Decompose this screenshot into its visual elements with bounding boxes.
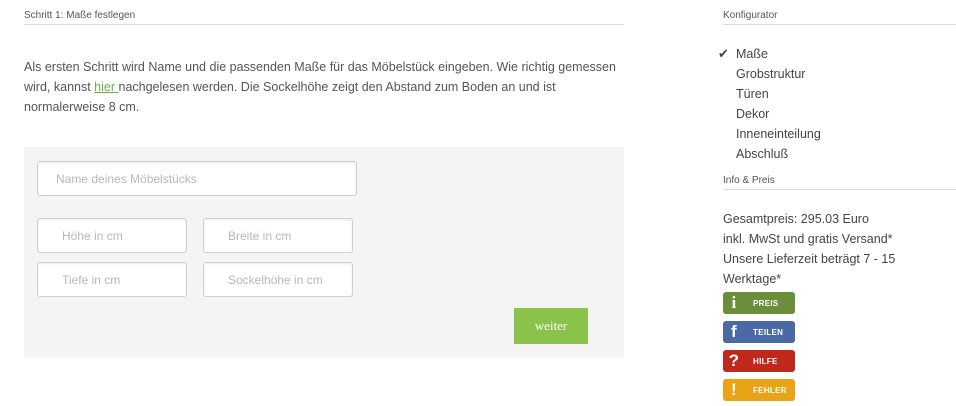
step-item-label: Maße [736, 47, 768, 61]
step-item-label: Türen [736, 87, 769, 101]
price-badge[interactable]: i PREIS [723, 292, 795, 314]
step-item-label: Grobstruktur [736, 67, 806, 81]
intro-text: Als ersten Schritt wird Name und die pas… [24, 57, 619, 117]
height-input[interactable] [37, 218, 187, 253]
facebook-icon: f [731, 322, 737, 341]
step-content: Schritt 1: Maße festlegen Als ersten Sch… [24, 0, 624, 358]
price-info: Gesamtpreis: 295.03 Euro inkl. MwSt und … [723, 209, 956, 289]
plinth-height-input[interactable] [203, 262, 353, 297]
next-button[interactable]: weiter [514, 308, 588, 344]
step-title: Schritt 1: Maße festlegen [24, 0, 624, 25]
configurator-steps: ✔ Maße Grobstruktur Türen Dekor Inneneint… [718, 44, 956, 164]
step-item-masse[interactable]: ✔ Maße [718, 44, 956, 64]
step-item-inneneinteilung[interactable]: Inneneinteilung [723, 124, 956, 144]
step-item-dekor[interactable]: Dekor [723, 104, 956, 124]
depth-input[interactable] [37, 262, 187, 297]
total-price: Gesamtpreis: 295.03 Euro [723, 212, 869, 226]
share-badge[interactable]: f TEILEN [723, 321, 795, 343]
help-badge[interactable]: ? HILFE [723, 350, 795, 372]
step-item-tueren[interactable]: Türen [723, 84, 956, 104]
delivery-time: Unsere Lieferzeit beträgt 7 - 15 Werktag… [723, 252, 896, 286]
dimensions-form: weiter [24, 147, 624, 358]
badge-label: HILFE [753, 356, 778, 366]
measure-help-link[interactable]: hier [94, 80, 118, 94]
sidebar: Konfigurator ✔ Maße Grobstruktur Türen De… [718, 0, 956, 401]
step-item-label: Dekor [736, 107, 770, 121]
step-item-abschluss[interactable]: Abschluß [723, 144, 956, 164]
info-price-title: Info & Preis [723, 175, 956, 190]
error-badge[interactable]: ! FEHLER [723, 379, 795, 401]
badge-label: TEILEN [753, 327, 784, 337]
tax-shipping-note: inkl. MwSt und gratis Versand* [723, 232, 893, 246]
furniture-name-input[interactable] [37, 161, 357, 196]
question-icon: ? [728, 351, 740, 370]
check-icon: ✔ [718, 46, 729, 61]
width-input[interactable] [203, 218, 353, 253]
step-item-label: Abschluß [736, 147, 789, 161]
badge-label: FEHLER [753, 385, 787, 395]
step-item-grobstruktur[interactable]: Grobstruktur [723, 64, 956, 84]
exclamation-icon: ! [731, 380, 737, 399]
badge-label: PREIS [753, 298, 779, 308]
step-item-label: Inneneinteilung [736, 127, 821, 141]
configurator-title: Konfigurator [723, 0, 956, 25]
info-icon: i [731, 293, 737, 312]
